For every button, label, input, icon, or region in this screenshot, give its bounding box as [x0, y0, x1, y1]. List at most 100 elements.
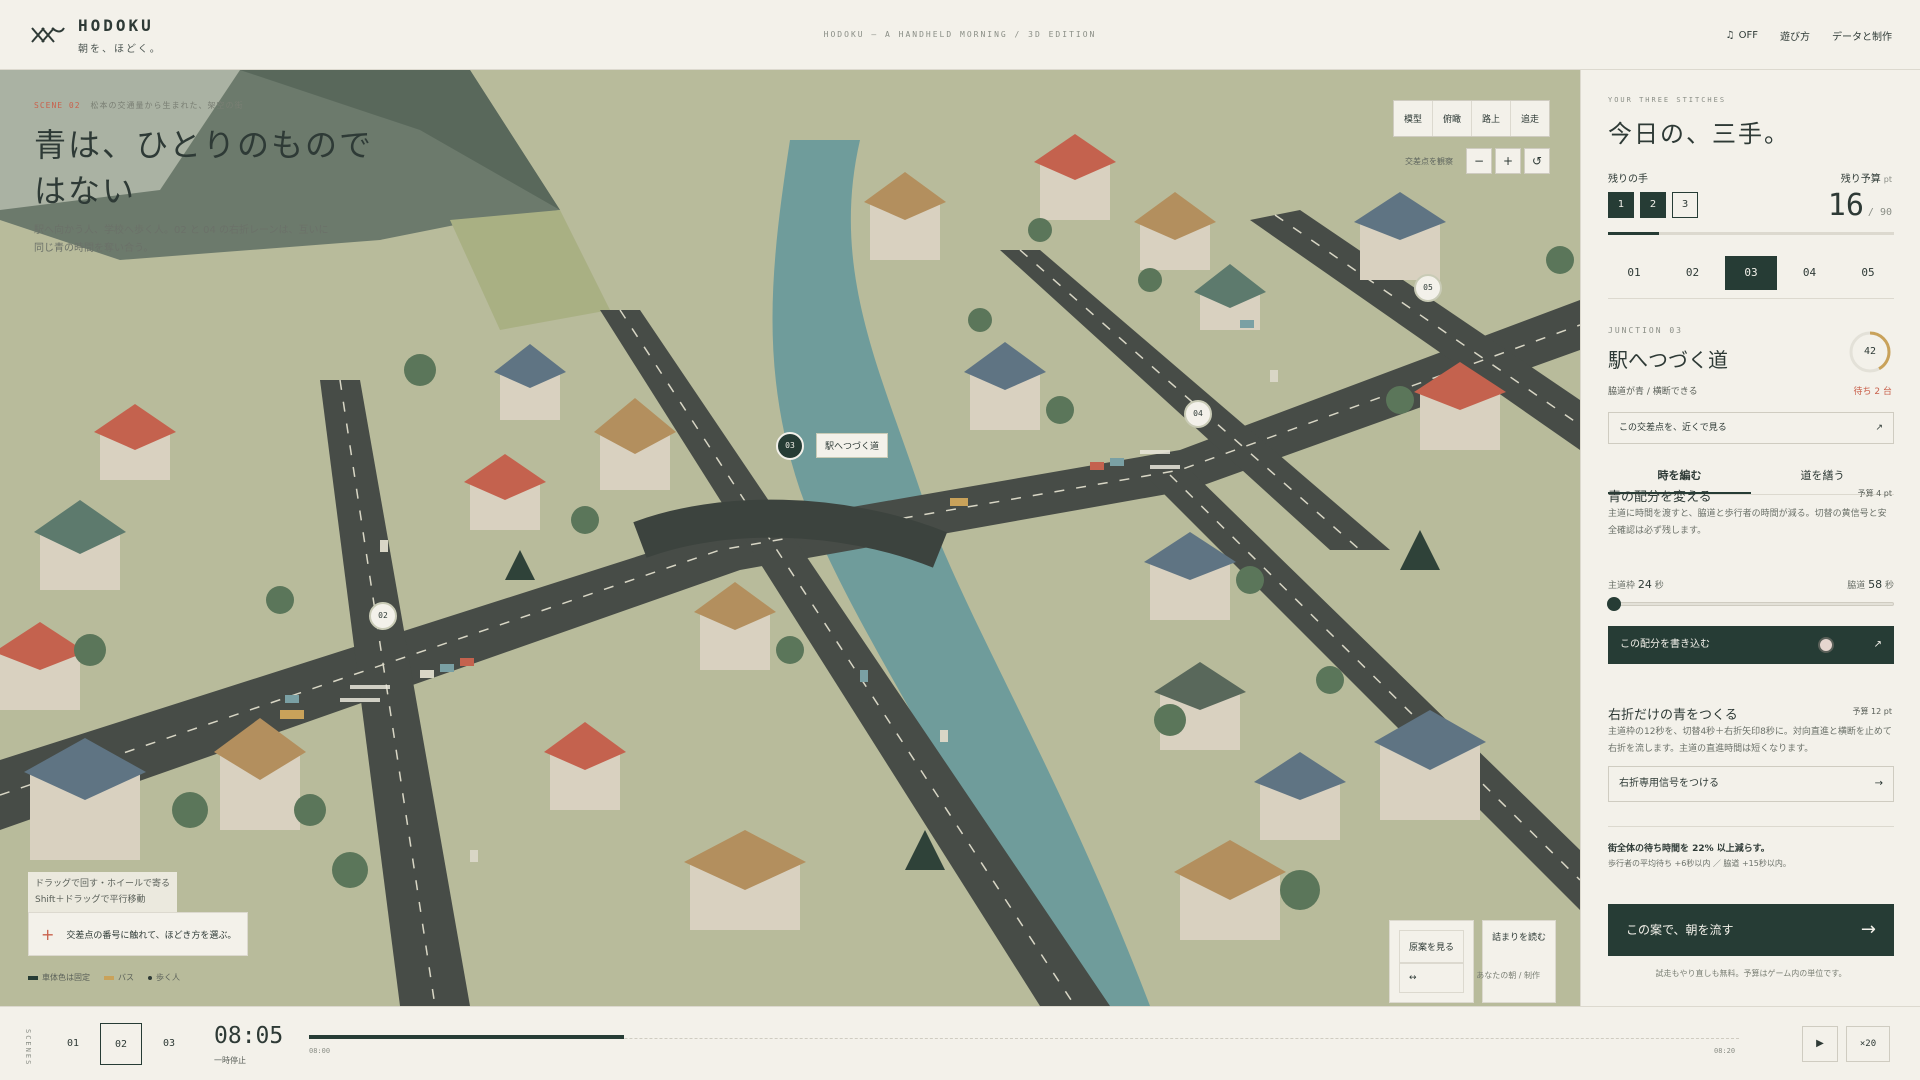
move-slot-2: 2 [1640, 192, 1666, 218]
scene-tabs: 01 02 03 [52, 1023, 190, 1065]
view-street-button[interactable]: 路上 [1472, 101, 1511, 136]
run-morning-button[interactable]: この案で、朝を流す → [1608, 904, 1894, 956]
main-road-label: 主道枠 [1608, 581, 1636, 591]
scene-tab-01[interactable]: 01 [52, 1023, 94, 1065]
junction-wait: 待ち 2 台 [1853, 387, 1892, 397]
swap-icon: ↔ [1398, 963, 1464, 993]
side-road-unit: 秒 [1884, 581, 1894, 591]
external-arrow-icon: ↗ [1873, 639, 1882, 650]
main-road-value: 24 [1637, 578, 1652, 591]
add-right-turn-signal-button[interactable]: 右折専用信号をつける → [1608, 766, 1894, 802]
goal-main: 街全体の待ち時間を 22% 以上減らす。 [1608, 844, 1770, 854]
junction-marker-03[interactable]: 03 [776, 432, 804, 460]
arrow-right-icon: → [1874, 778, 1883, 789]
map-viewport[interactable]: SCENE 02 松本の交通量から生まれた、架空の街 青は、ひとりのものではない … [0, 70, 1580, 1006]
panel-note: 試走もやり直しも無料。予算はゲーム内の単位です。 [1655, 969, 1847, 978]
zoom-in-button[interactable]: + [1495, 148, 1521, 174]
junction-status: 脇道が青 / 横断できる [1608, 387, 1698, 397]
top-bar: HODOKU 朝を、ほどく。 HODOKU — A HANDHELD MORNI… [0, 0, 1920, 70]
budget-bar-fill [1608, 232, 1660, 235]
junction-tab-04[interactable]: 04 [1784, 256, 1836, 290]
junction-tab-03[interactable]: 03 [1725, 256, 1777, 290]
junction-tab-02[interactable]: 02 [1667, 256, 1719, 290]
scene-title: 青は、ひとりのものではない [34, 126, 374, 210]
option-right-turn-cost: 予算 12 pt [1852, 707, 1892, 716]
move-slot-3: 3 [1672, 192, 1698, 218]
junction-timer-ring: 42 [1848, 330, 1892, 374]
read-congestion-button[interactable]: 詰まりを読む [1481, 920, 1556, 1003]
legend-label-bus: バス [118, 973, 134, 982]
option-split-title: 青の配分を変える [1608, 490, 1712, 505]
top-nav: ♫ OFF 遊び方 データと制作 [1726, 28, 1892, 43]
split-slider-handle[interactable] [1607, 597, 1621, 611]
main-road-unit: 秒 [1654, 581, 1664, 591]
sound-label: OFF [1738, 30, 1758, 41]
reset-view-icon[interactable]: ↺ [1524, 148, 1550, 174]
junction-tabs: 01 02 03 04 05 [1608, 256, 1894, 299]
closeup-label: この交差点を、近くで見る [1619, 423, 1727, 433]
budget-bar [1608, 232, 1894, 235]
split-slider[interactable] [1607, 597, 1894, 611]
arrow-right-icon: → [1860, 919, 1876, 940]
sound-toggle[interactable]: ♫ OFF [1726, 28, 1758, 43]
budget-label: 残り予算 pt [1841, 170, 1892, 185]
junction-title: 駅へつづく道 [1608, 348, 1728, 372]
budget-value: 16/ 90 [1828, 188, 1892, 223]
side-road-label: 脇道 [1847, 581, 1866, 591]
goal-summary: 街全体の待ち時間を 22% 以上減らす。 歩行者の平均待ち +6秒以内 ／ 脇道… [1608, 826, 1894, 869]
junction-marker-02[interactable]: 02 [369, 602, 397, 630]
legend-item-walker: 歩く人 [148, 972, 180, 983]
map-tip: + 交差点の番号に触れて、ほどき方を選ぶ。 [28, 912, 248, 956]
junction-marker-05[interactable]: 05 [1414, 274, 1442, 302]
map-tip-text: 交差点の番号に触れて、ほどき方を選ぶ。 [66, 930, 237, 941]
map-action-buttons: 原案を見る ↔ 詰まりを読む [1388, 920, 1556, 1003]
legend-item-bus: バス [104, 972, 134, 983]
legend-swatch-walker [148, 975, 152, 980]
scene-label: SCENE 02 松本の交通量から生まれた、架空の街 [34, 100, 244, 111]
view-overhead-button[interactable]: 俯瞰 [1433, 101, 1472, 136]
plus-icon: + [41, 924, 55, 944]
budget-unit: pt [1883, 175, 1892, 184]
nav-data-credits[interactable]: データと制作 [1832, 28, 1892, 43]
commit-split-button[interactable]: この配分を書き込む ↗ [1608, 626, 1894, 664]
zoom-controls: 交差点を観察 − + ↺ [1405, 148, 1550, 174]
junction-timer-value: 42 [1863, 346, 1877, 357]
edition-label: HODOKU — A HANDHELD MORNING / 3D EDITION [823, 30, 1097, 39]
legend-label-walker: 歩く人 [156, 973, 180, 982]
speed-button[interactable]: ×20 [1846, 1026, 1890, 1062]
nav-how-to-play[interactable]: 遊び方 [1780, 28, 1810, 43]
controls-hint-line1: ドラッグで回す・ホイールで寄る [35, 879, 171, 889]
timeline-end: 08:20 [1714, 1047, 1736, 1055]
budget-max: / 90 [1867, 207, 1892, 218]
option-split-desc: 主道に時間を渡すと、脇道と歩行者の時間が減る。切替の黄信号と安全確認は必ず残しま… [1608, 509, 1887, 536]
external-arrow-icon: ↗ [1875, 423, 1883, 433]
timeline-progress [309, 1035, 624, 1039]
scene-tab-03[interactable]: 03 [148, 1023, 190, 1065]
panel-eyebrow: YOUR THREE STITCHES [1608, 96, 1727, 104]
junction-tab-01[interactable]: 01 [1608, 256, 1660, 290]
closeup-button[interactable]: この交差点を、近くで見る ↗ [1608, 412, 1894, 444]
clock-status: 一時停止 [214, 1056, 246, 1065]
legend-swatch-car [28, 975, 38, 980]
play-button[interactable]: ▶ [1802, 1026, 1838, 1062]
junction-marker-04[interactable]: 04 [1184, 400, 1212, 428]
view-follow-button[interactable]: 追走 [1511, 101, 1549, 136]
option-right-turn-desc: 主道枠の12秒を、切替4秒＋右折矢印8秒に。対向直進と横断を止めて右折を流します… [1608, 727, 1892, 754]
scene-tab-02[interactable]: 02 [100, 1023, 142, 1065]
controls-hint: ドラッグで回す・ホイールで寄る Shift＋ドラッグで平行移動 [28, 872, 178, 912]
controls-hint-line2: Shift＋ドラッグで平行移動 [35, 895, 146, 905]
zoom-out-button[interactable]: − [1466, 148, 1492, 174]
view-original-button[interactable]: 原案を見る ↔ [1388, 920, 1474, 1003]
moves-label: 残りの手 [1608, 174, 1648, 185]
commit-split-label: この配分を書き込む [1620, 639, 1710, 650]
stitches-panel: YOUR THREE STITCHES 今日の、三手。 残りの手 残り予算 pt … [1580, 70, 1920, 1006]
budget-label-text: 残り予算 [1840, 174, 1881, 185]
scene-caption: 松本の交通量から生まれた、架空の街 [90, 101, 244, 110]
timeline-track[interactable] [309, 1035, 1739, 1039]
view-model-button[interactable]: 模型 [1394, 101, 1433, 136]
clock-time: 08:05 [214, 1023, 284, 1049]
move-slot-1: 1 [1608, 192, 1634, 218]
moves-remaining: 1 2 3 [1608, 192, 1698, 218]
timeline-bar: SCENES 01 02 03 08:05 一時停止 08:00 08:20 ▶… [0, 1006, 1920, 1080]
junction-tab-05[interactable]: 05 [1842, 256, 1894, 290]
